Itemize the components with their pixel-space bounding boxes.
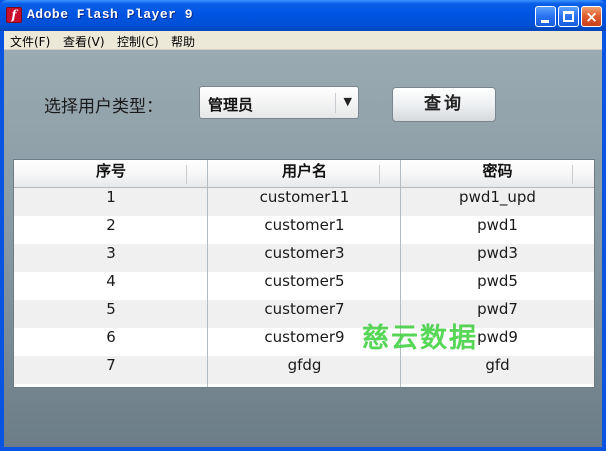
password-cell: gfd <box>485 356 510 374</box>
maximize-button[interactable] <box>558 6 579 27</box>
row-index-cell: 1 <box>106 188 116 206</box>
header-resize-handle[interactable] <box>379 165 380 184</box>
column-header-index[interactable]: 序号 <box>14 160 208 187</box>
password-cell: pwd1_upd <box>459 188 536 206</box>
user-type-label: 选择用户类型： <box>44 97 163 117</box>
table-row[interactable]: 7 gfdg gfd <box>14 356 594 384</box>
header-resize-handle[interactable] <box>186 165 187 184</box>
menu-bar: 文件(F) 查看(V) 控制(C) 帮助 <box>4 31 602 50</box>
user-type-selected-value: 管理员 <box>208 96 254 114</box>
column-header-password[interactable]: 密码 <box>401 160 594 187</box>
table-row[interactable]: 3 customer3 pwd3 <box>14 244 594 272</box>
table-row[interactable]: 4 customer5 pwd5 <box>14 272 594 300</box>
dropdown-separator <box>335 93 336 113</box>
table-row[interactable]: 2 customer1 pwd1 <box>14 216 594 244</box>
query-button[interactable]: 查询 <box>392 87 496 122</box>
row-index-cell: 5 <box>106 300 116 318</box>
username-cell: customer5 <box>264 272 345 290</box>
window-title: Adobe Flash Player 9 <box>27 7 194 22</box>
row-index-cell: 6 <box>106 328 116 346</box>
menu-control[interactable]: 控制(C) <box>117 33 159 50</box>
username-cell: customer11 <box>259 188 350 206</box>
user-type-dropdown[interactable]: 管理员 ▼ <box>199 86 359 119</box>
flash-content-area: 选择用户类型： 管理员 ▼ 查询 序号 用户名 密码 1 customer11 … <box>4 50 602 447</box>
window-frame-right <box>602 31 606 451</box>
window-frame-bottom <box>0 447 606 451</box>
password-cell: pwd5 <box>477 272 518 290</box>
window-frame-left <box>0 31 4 451</box>
column-header-username[interactable]: 用户名 <box>208 160 401 187</box>
minimize-button[interactable] <box>535 6 556 27</box>
row-index-cell: 2 <box>106 216 116 234</box>
password-cell: pwd3 <box>477 244 518 262</box>
password-cell: pwd1 <box>477 216 518 234</box>
header-resize-handle[interactable] <box>572 165 573 184</box>
column-divider <box>207 160 208 387</box>
close-icon: × <box>585 8 598 26</box>
table-row[interactable]: 1 customer11 pwd1_upd <box>14 188 594 216</box>
menu-file[interactable]: 文件(F) <box>10 33 50 50</box>
table-row[interactable]: 5 customer7 pwd7 <box>14 300 594 328</box>
row-index-cell: 7 <box>106 356 116 374</box>
grid-body: 1 customer11 pwd1_upd 2 customer1 pwd1 3… <box>14 188 594 387</box>
menu-view[interactable]: 查看(V) <box>63 33 105 50</box>
flash-player-window: f Adobe Flash Player 9 × 文件(F) 查看(V) 控制(… <box>0 0 606 451</box>
maximize-icon <box>563 11 574 22</box>
title-bar[interactable]: f Adobe Flash Player 9 × <box>0 0 606 31</box>
row-index-cell: 4 <box>106 272 116 290</box>
username-cell: customer3 <box>264 244 345 262</box>
user-data-grid: 序号 用户名 密码 1 customer11 pwd1_upd 2 custom… <box>13 159 595 388</box>
flash-player-icon: f <box>6 7 22 23</box>
minimize-icon <box>541 20 549 23</box>
grid-header: 序号 用户名 密码 <box>14 160 594 188</box>
username-cell: gfdg <box>287 356 322 374</box>
close-button[interactable]: × <box>581 6 602 27</box>
chevron-down-icon[interactable]: ▼ <box>344 95 352 108</box>
watermark-text: 慈云数据 <box>362 323 478 354</box>
table-row[interactable]: 6 customer9 pwd9 <box>14 328 594 356</box>
username-cell: customer1 <box>264 216 345 234</box>
menu-help[interactable]: 帮助 <box>171 33 195 50</box>
row-index-cell: 3 <box>106 244 116 262</box>
